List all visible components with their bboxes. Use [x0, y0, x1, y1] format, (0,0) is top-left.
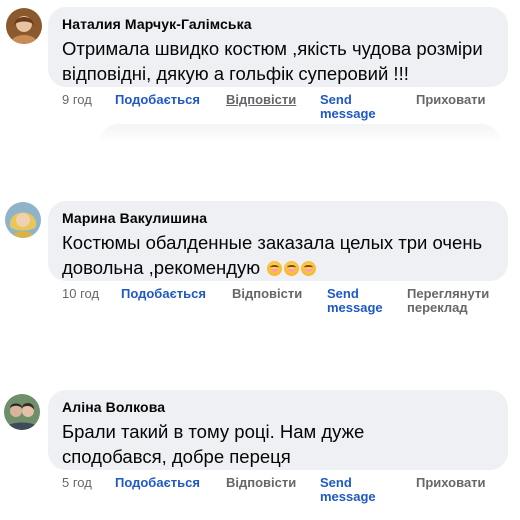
- comment-text: Костюмы обалденные заказала целых три оч…: [62, 230, 496, 280]
- hide-button[interactable]: Приховати: [416, 476, 486, 490]
- comment-actions: 9 год Подобається Відповісти Send messag…: [0, 93, 520, 123]
- reply-button[interactable]: Відповісти: [226, 93, 296, 107]
- comment-text: Брали такий в тому році. Нам дуже сподоб…: [62, 421, 365, 467]
- user-avatar-icon: [6, 8, 42, 44]
- user-avatar-icon: [4, 394, 40, 430]
- reply-button[interactable]: Відповісти: [226, 476, 296, 490]
- timestamp[interactable]: 10 год: [62, 287, 99, 301]
- author-name[interactable]: Аліна Волкова: [62, 398, 496, 416]
- avatar[interactable]: [4, 394, 40, 430]
- comment-actions: 10 год Подобається Відповісти Send messa…: [0, 287, 520, 317]
- author-name[interactable]: Наталия Марчук-Галімська: [62, 15, 496, 33]
- timestamp[interactable]: 5 год: [62, 476, 92, 490]
- comment-bubble: Марина Вакулишина Костюмы обалденные зак…: [48, 201, 508, 281]
- smiling-face-emoji-icon: [284, 261, 300, 276]
- send-message-button[interactable]: Send message: [320, 93, 400, 121]
- comment-actions: 5 год Подобається Відповісти Send messag…: [0, 476, 520, 506]
- translate-button[interactable]: Переглянути переклад: [407, 287, 507, 315]
- author-name[interactable]: Марина Вакулишина: [62, 209, 496, 227]
- like-button[interactable]: Подобається: [121, 287, 206, 301]
- send-message-button[interactable]: Send message: [320, 476, 400, 504]
- reply-button[interactable]: Відповісти: [232, 287, 302, 301]
- smiling-face-emoji-icon: [301, 261, 317, 276]
- like-button[interactable]: Подобається: [115, 93, 200, 107]
- like-button[interactable]: Подобається: [115, 476, 200, 490]
- user-avatar-icon: [5, 202, 41, 238]
- avatar[interactable]: [6, 8, 42, 44]
- comment-bubble: Аліна Волкова Брали такий в тому році. Н…: [48, 390, 508, 470]
- divider: [100, 124, 500, 142]
- smiling-face-emoji-icon: [267, 261, 283, 276]
- timestamp[interactable]: 9 год: [62, 93, 92, 107]
- comment-text: Отримала швидко костюм ,якість чудова ро…: [62, 38, 483, 84]
- comment-bubble: Наталия Марчук-Галімська Отримала швидко…: [48, 7, 508, 87]
- send-message-button[interactable]: Send message: [327, 287, 407, 315]
- hide-button[interactable]: Приховати: [416, 93, 486, 107]
- avatar[interactable]: [5, 202, 41, 238]
